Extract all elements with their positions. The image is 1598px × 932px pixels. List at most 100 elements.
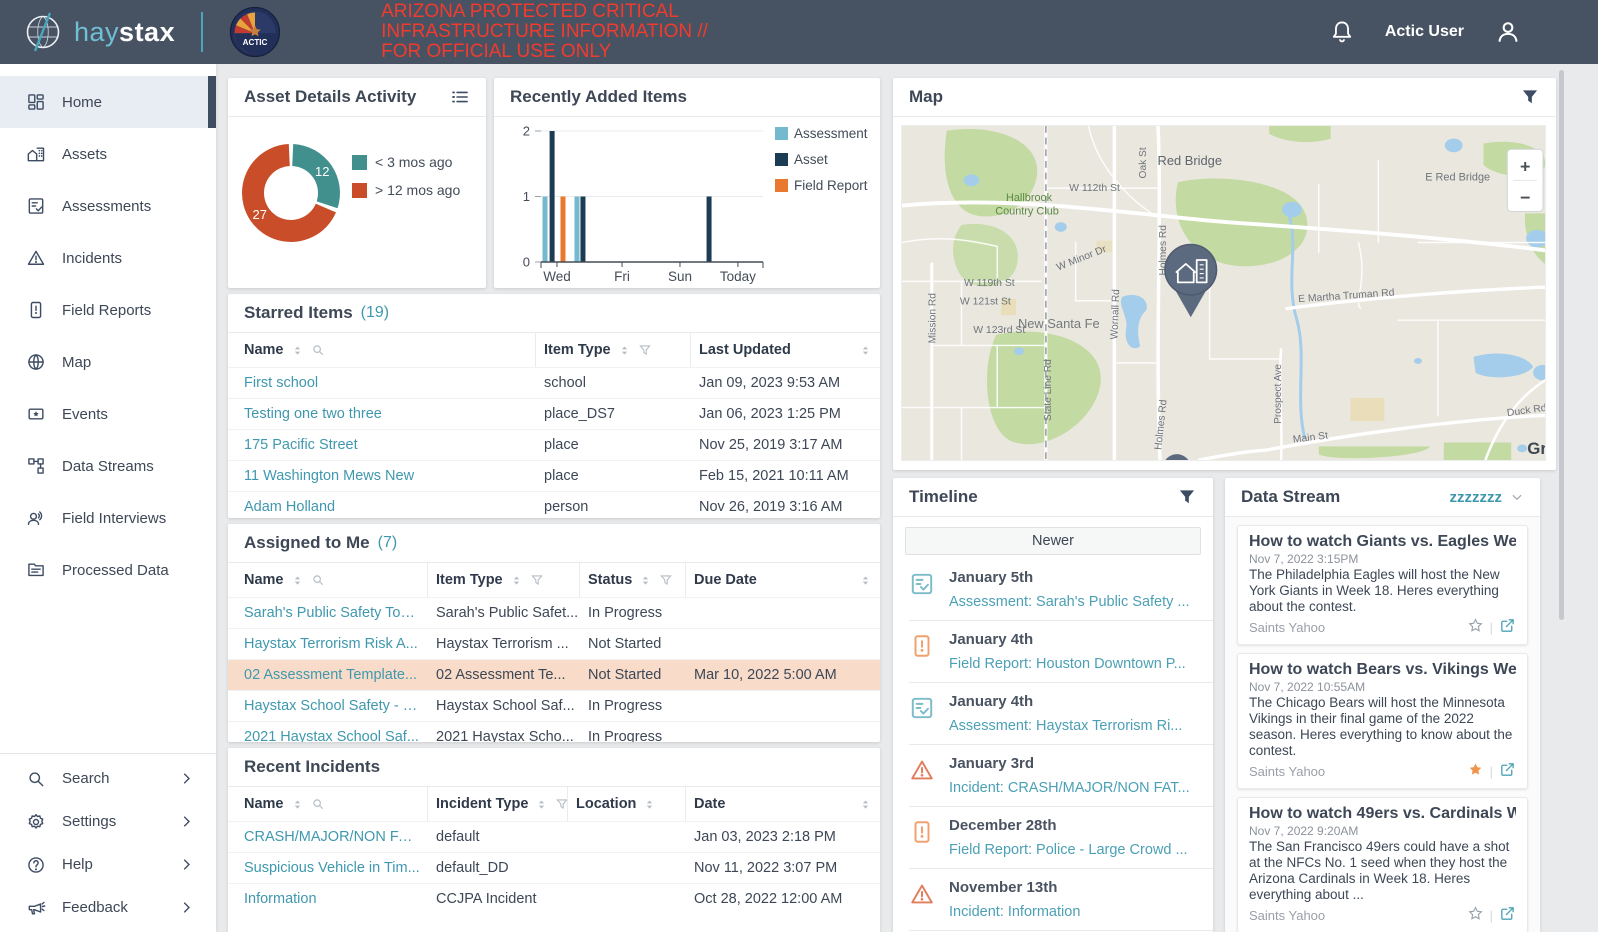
stream-selector-value: zzzzzzz: [1449, 488, 1503, 506]
sidebar-item-events[interactable]: Events: [0, 388, 216, 440]
item-link[interactable]: CRASH/MAJOR/NON FAT...: [244, 829, 420, 845]
map-filter-icon[interactable]: [1520, 87, 1540, 107]
sort-icon[interactable]: [859, 798, 872, 811]
sidebar-item-field-interviews[interactable]: Field Interviews: [0, 492, 216, 544]
sort-icon[interactable]: [510, 574, 523, 587]
column-header-name[interactable]: Name: [236, 787, 428, 821]
column-header-status[interactable]: Status: [580, 563, 686, 597]
search-icon[interactable]: [311, 573, 325, 587]
timeline-filter-icon[interactable]: [1177, 487, 1197, 507]
item-link[interactable]: Testing one two three: [244, 406, 382, 422]
sidebar-item-assessments[interactable]: Assessments: [0, 180, 216, 232]
sort-icon[interactable]: [291, 798, 304, 811]
haystax-logo[interactable]: haystax: [22, 11, 175, 53]
zoom-out-button[interactable]: −: [1520, 188, 1530, 208]
column-header-name[interactable]: Name: [236, 333, 536, 367]
sidebar-item-help[interactable]: Help: [0, 843, 216, 886]
item-link[interactable]: 175 Pacific Street: [244, 437, 358, 453]
column-header-item-type[interactable]: Item Type: [536, 333, 691, 367]
news-card[interactable]: How to watch Bears vs. Vikings Week 1...…: [1237, 653, 1528, 789]
star-filled-icon[interactable]: [1467, 761, 1484, 781]
column-header-name[interactable]: Name: [236, 563, 428, 597]
timeline-link[interactable]: Field Report: Police - Large Crowd ...: [949, 842, 1188, 858]
item-link[interactable]: Suspicious Vehicle in Tim...: [244, 860, 420, 876]
timeline-link[interactable]: Incident: Information: [949, 904, 1080, 920]
timeline-link[interactable]: Assessment: Sarah's Public Safety ...: [949, 594, 1190, 610]
item-link[interactable]: Information: [244, 891, 317, 907]
stream-selector[interactable]: zzzzzzz: [1450, 489, 1525, 506]
zoom-in-button[interactable]: +: [1520, 157, 1530, 177]
column-header-location[interactable]: Location: [568, 787, 686, 821]
table-cell: Not Started: [588, 667, 662, 683]
sort-icon[interactable]: [639, 574, 652, 587]
timeline-link[interactable]: Assessment: Haystax Terrorism Ri...: [949, 718, 1182, 734]
bar-assessment[interactable]: [542, 196, 548, 263]
star-outline-icon[interactable]: [1467, 905, 1484, 925]
item-link[interactable]: 2021 Haystax School Saf...: [244, 729, 419, 742]
external-link-icon[interactable]: [1499, 761, 1516, 781]
item-link[interactable]: 11 Washington Mews New: [244, 468, 414, 484]
page-scrollbar[interactable]: [1559, 70, 1565, 920]
column-header-date[interactable]: Date: [686, 787, 880, 821]
sidebar-item-field-reports[interactable]: Field Reports: [0, 284, 216, 336]
news-card[interactable]: How to watch Giants vs. Eagles Week 1...…: [1237, 525, 1528, 645]
search-icon[interactable]: [311, 343, 325, 357]
sidebar-item-assets[interactable]: Assets: [0, 128, 216, 180]
panel-title: Recent Incidents: [244, 757, 381, 776]
sidebar-item-settings[interactable]: Settings: [0, 800, 216, 843]
item-link[interactable]: Sarah's Public Safety Tour...: [244, 605, 420, 621]
bar-field-report[interactable]: [560, 196, 566, 263]
table-cell: Jan 06, 2023 1:25 PM: [699, 406, 841, 422]
scrollbar-thumb[interactable]: [1559, 70, 1564, 620]
sort-icon[interactable]: [618, 344, 631, 357]
filter-icon[interactable]: [530, 573, 544, 587]
sidebar-item-data-streams[interactable]: Data Streams: [0, 440, 216, 492]
newer-button[interactable]: Newer: [905, 527, 1201, 555]
news-body: The Chicago Bears will host the Minnesot…: [1249, 695, 1513, 758]
timeline-link[interactable]: Field Report: Houston Downtown P...: [949, 656, 1186, 672]
search-icon[interactable]: [311, 797, 325, 811]
column-header-incident-type[interactable]: Incident Type: [428, 787, 568, 821]
bar-assessment[interactable]: [574, 196, 580, 263]
list-icon[interactable]: [450, 87, 470, 107]
sort-icon[interactable]: [291, 344, 304, 357]
sort-icon[interactable]: [535, 798, 548, 811]
sidebar-item-home[interactable]: Home: [0, 76, 216, 128]
bar-asset[interactable]: [549, 131, 555, 262]
item-link[interactable]: First school: [244, 375, 318, 391]
filter-icon[interactable]: [555, 797, 567, 811]
user-name[interactable]: Actic User: [1385, 23, 1464, 41]
bar-asset[interactable]: [580, 196, 586, 263]
notifications-bell-icon[interactable]: [1329, 19, 1355, 45]
news-title: How to watch Giants vs. Eagles Week 1...: [1249, 533, 1516, 550]
column-label: Status: [588, 572, 633, 588]
sidebar-item-map[interactable]: Map: [0, 336, 216, 388]
sidebar-item-processed-data[interactable]: Processed Data: [0, 544, 216, 596]
column-header-last-updated[interactable]: Last Updated: [691, 333, 880, 367]
external-link-icon[interactable]: [1499, 905, 1516, 925]
bar-asset[interactable]: [706, 196, 712, 263]
news-card[interactable]: How to watch 49ers vs. Cardinals Week...…: [1237, 797, 1528, 932]
sort-icon[interactable]: [291, 574, 304, 587]
filter-icon[interactable]: [659, 573, 673, 587]
user-account-icon[interactable]: [1494, 18, 1522, 46]
external-link-icon[interactable]: [1499, 617, 1516, 637]
item-link[interactable]: Haystax School Safety - F...: [244, 698, 420, 714]
filter-icon[interactable]: [638, 343, 652, 357]
item-link[interactable]: Adam Holland: [244, 499, 335, 515]
column-header-due-date[interactable]: Due Date: [686, 563, 880, 597]
item-link[interactable]: 02 Assessment Template...: [244, 667, 417, 683]
sidebar-item-search[interactable]: Search: [0, 757, 216, 800]
sort-icon[interactable]: [643, 798, 656, 811]
sidebar-item-feedback[interactable]: Feedback: [0, 886, 216, 929]
column-header-item-type[interactable]: Item Type: [428, 563, 580, 597]
map-canvas[interactable]: Red Bridge E Red Bridge HallbrookCountry C…: [901, 125, 1546, 461]
sort-icon[interactable]: [859, 574, 872, 587]
table-cell: In Progress: [588, 605, 663, 621]
sidebar-item-incidents[interactable]: Incidents: [0, 232, 216, 284]
timeline-link[interactable]: Incident: CRASH/MAJOR/NON FAT...: [949, 780, 1190, 796]
star-outline-icon[interactable]: [1467, 617, 1484, 637]
item-link[interactable]: Haystax Terrorism Risk A...: [244, 636, 418, 652]
sort-icon[interactable]: [859, 344, 872, 357]
table-cell: school: [544, 375, 586, 391]
